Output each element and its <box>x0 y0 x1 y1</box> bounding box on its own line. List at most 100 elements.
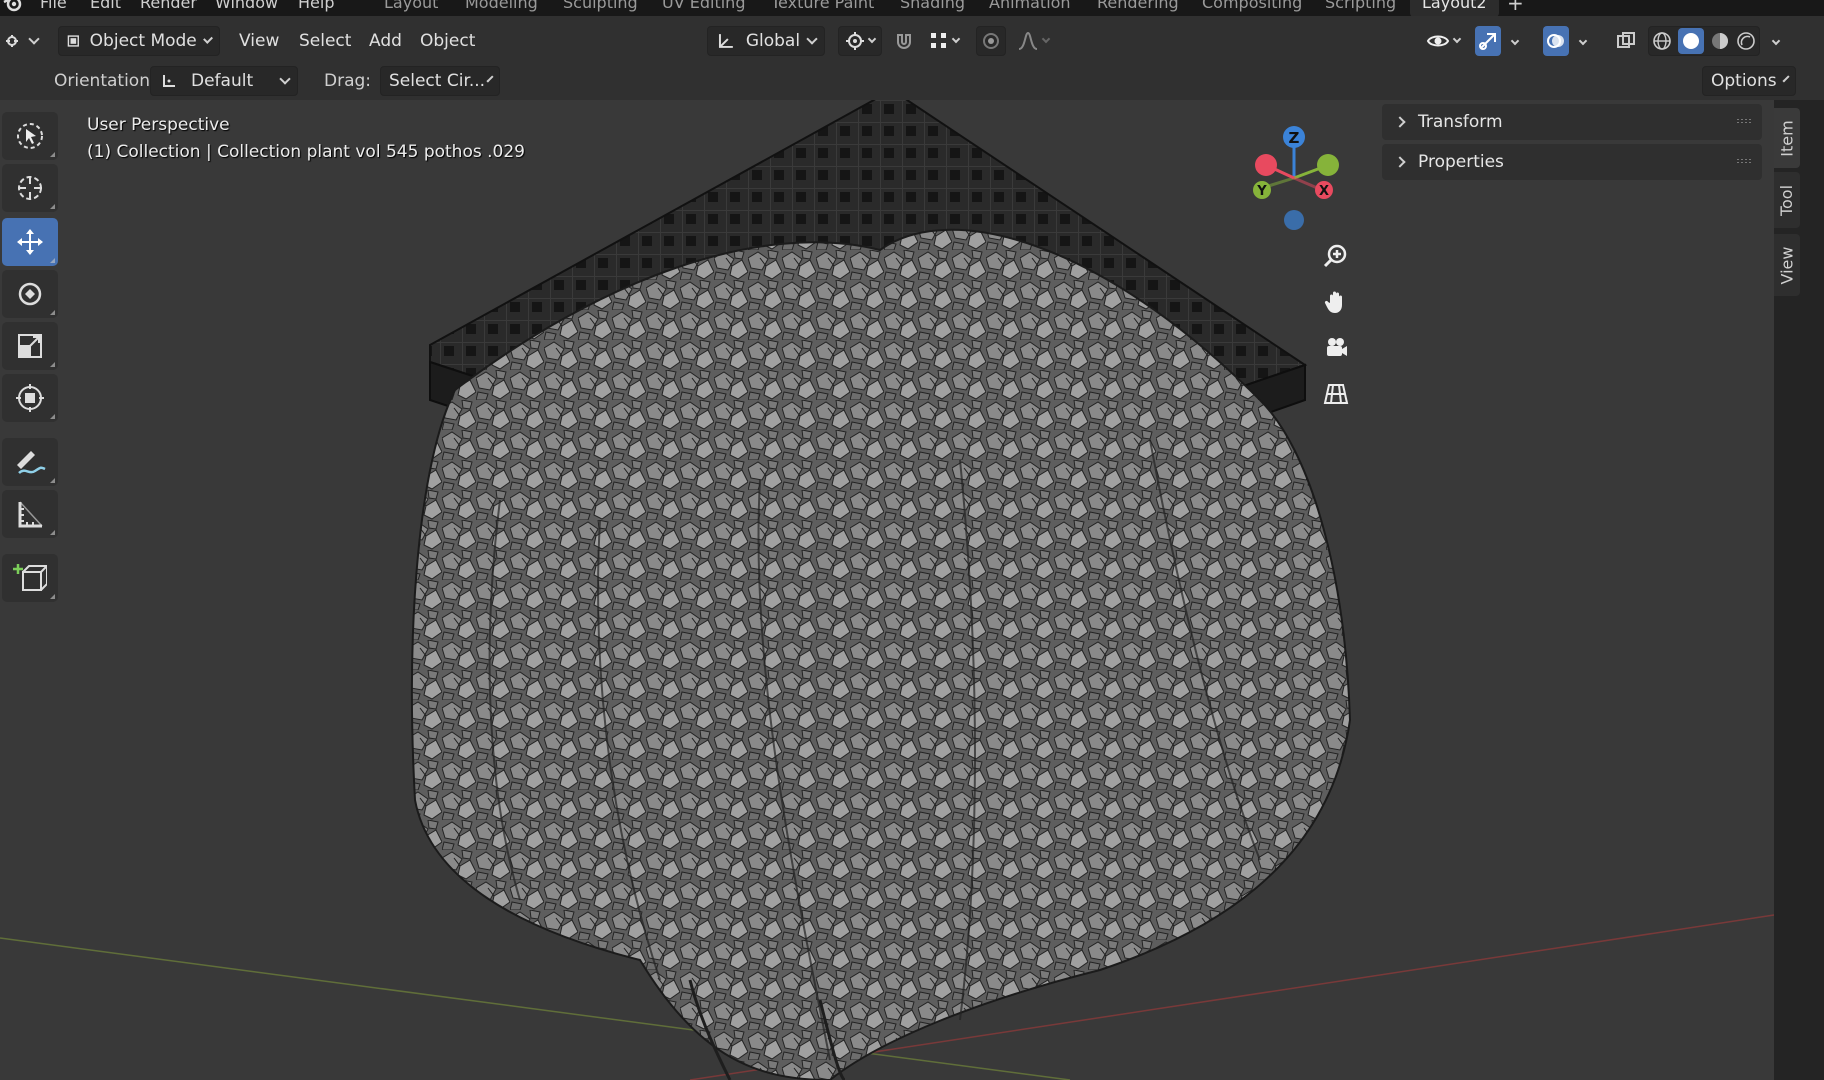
object-mode-icon <box>67 35 79 47</box>
drag-select-dropdown[interactable]: Select Cir... <box>380 66 500 96</box>
snap-toggle[interactable] <box>889 26 919 56</box>
object-mode-dropdown[interactable]: Object Mode <box>58 26 220 56</box>
snap-grid-icon <box>931 33 946 48</box>
workspace-tab-texture-paint[interactable]: Texture Paint <box>771 0 874 12</box>
workspace-tab-layout[interactable]: Layout <box>384 0 438 12</box>
eye-icon <box>1426 35 1450 47</box>
solid-shading-icon <box>1683 33 1699 49</box>
shading-dropdown[interactable] <box>1764 26 1788 56</box>
menu-view[interactable]: View <box>239 26 279 56</box>
menu-render[interactable]: Render <box>140 0 197 12</box>
add-cube-tool[interactable] <box>2 554 58 602</box>
camera-icon <box>1327 338 1347 356</box>
menu-edit[interactable]: Edit <box>90 0 121 12</box>
gizmo-dropdown[interactable] <box>1504 26 1526 56</box>
transform-orientation-dropdown[interactable]: Global <box>707 26 825 56</box>
chevron-down-icon <box>1510 36 1520 46</box>
menu-add[interactable]: Add <box>369 26 402 56</box>
workspace-tab-shading[interactable]: Shading <box>900 0 965 12</box>
annotate-icon <box>17 451 46 474</box>
drag-select-label: Select Cir... <box>389 71 486 91</box>
chevron-down-icon <box>202 33 213 44</box>
proportional-falloff-dropdown[interactable] <box>1008 26 1058 56</box>
workspace-tab-compositing[interactable]: Compositing <box>1202 0 1302 12</box>
menu-help[interactable]: Help <box>298 0 334 12</box>
snap-target-dropdown[interactable] <box>922 26 966 56</box>
annotate-tool[interactable] <box>2 438 58 486</box>
chevron-down-icon <box>28 32 40 45</box>
sidebar-tabs: Item Tool View <box>1774 100 1824 1080</box>
orientation-default-dropdown[interactable]: Default <box>150 66 298 96</box>
orientation-label: Global <box>745 31 801 51</box>
workspace-tab-modeling[interactable]: Modeling <box>465 0 538 12</box>
scale-icon <box>18 334 42 358</box>
gizmo-neg-z-axis[interactable] <box>1284 210 1304 230</box>
tool-shelf <box>0 112 60 612</box>
move-tool[interactable] <box>2 218 58 266</box>
tweak-tool[interactable] <box>2 112 58 160</box>
gizmo-z-label: Z <box>1289 129 1300 147</box>
measure-icon <box>18 501 43 528</box>
chevron-right-icon <box>1394 156 1406 168</box>
chevron-down-icon <box>867 34 877 43</box>
grid-perspective-icon <box>1323 384 1349 404</box>
transform-panel-header[interactable]: Transform <box>1382 104 1762 140</box>
wireframe-shading-icon[interactable] <box>1652 31 1672 51</box>
rotate-tool[interactable] <box>2 270 58 318</box>
material-shading-icon[interactable] <box>1710 31 1730 51</box>
tab-item[interactable]: Item <box>1774 108 1800 168</box>
visibility-dropdown[interactable] <box>1420 26 1466 56</box>
measure-tool[interactable] <box>2 490 58 538</box>
tab-tool[interactable]: Tool <box>1774 172 1800 228</box>
pan-button[interactable] <box>1316 282 1356 322</box>
menu-window[interactable]: Window <box>215 0 278 12</box>
chevron-right-icon <box>1394 116 1406 128</box>
transform-tool[interactable] <box>2 374 58 422</box>
options-dropdown[interactable]: Options <box>1702 66 1796 96</box>
scale-tool[interactable] <box>2 322 58 370</box>
falloff-curve-icon <box>1018 31 1038 50</box>
blender-logo-icon[interactable] <box>2 0 24 14</box>
menu-file[interactable]: File <box>40 0 67 12</box>
menu-object[interactable]: Object <box>420 26 475 56</box>
transform-panel-title: Transform <box>1418 112 1503 132</box>
add-workspace-icon[interactable]: + <box>1507 0 1524 15</box>
gizmo-y-axis[interactable] <box>1317 154 1339 176</box>
workspace-tab-rendering[interactable]: Rendering <box>1097 0 1179 12</box>
cursor-icon <box>18 176 42 200</box>
show-gizmo-toggle[interactable] <box>1475 26 1501 56</box>
overlays-dropdown[interactable] <box>1572 26 1594 56</box>
editor-type-selector[interactable] <box>4 26 46 56</box>
editor-type-icon <box>6 35 18 47</box>
workspace-tab-sculpting[interactable]: Sculpting <box>563 0 638 12</box>
chevron-down-icon <box>1782 74 1790 83</box>
navigation-gizmo[interactable]: Z Y X <box>1232 110 1352 230</box>
properties-panel-header[interactable]: Properties <box>1382 144 1762 180</box>
zoom-button[interactable] <box>1316 236 1356 276</box>
view-name-label: User Perspective <box>87 115 230 135</box>
proportional-edit-toggle[interactable] <box>976 26 1006 56</box>
perspective-toggle-button[interactable] <box>1316 374 1356 414</box>
solid-shading-button[interactable] <box>1678 28 1704 54</box>
drag-grip-icon[interactable] <box>1736 158 1752 164</box>
add-cube-icon <box>13 564 47 591</box>
workspace-tab-scripting[interactable]: Scripting <box>1325 0 1396 12</box>
orientation-field-label: Orientation: <box>54 71 156 91</box>
tab-view[interactable]: View <box>1774 234 1800 296</box>
rendered-shading-icon[interactable] <box>1736 31 1756 51</box>
workspace-tab-layout2[interactable]: Layout2 <box>1410 0 1499 16</box>
workspace-tab-uv-editing[interactable]: UV Editing <box>662 0 745 12</box>
rotate-icon <box>18 282 42 306</box>
overlays-icon <box>1547 34 1564 48</box>
properties-panel-title: Properties <box>1418 152 1504 172</box>
xray-toggle[interactable] <box>1612 26 1640 56</box>
camera-view-button[interactable] <box>1316 328 1356 368</box>
pivot-point-dropdown[interactable] <box>838 26 882 56</box>
workspace-tab-animation[interactable]: Animation <box>989 0 1071 12</box>
drag-grip-icon[interactable] <box>1736 118 1752 124</box>
gizmo-neg-x-axis[interactable] <box>1255 154 1277 176</box>
move-icon <box>17 229 43 255</box>
menu-select[interactable]: Select <box>299 26 351 56</box>
show-overlays-toggle[interactable] <box>1543 26 1569 56</box>
cursor-tool[interactable] <box>2 164 58 212</box>
